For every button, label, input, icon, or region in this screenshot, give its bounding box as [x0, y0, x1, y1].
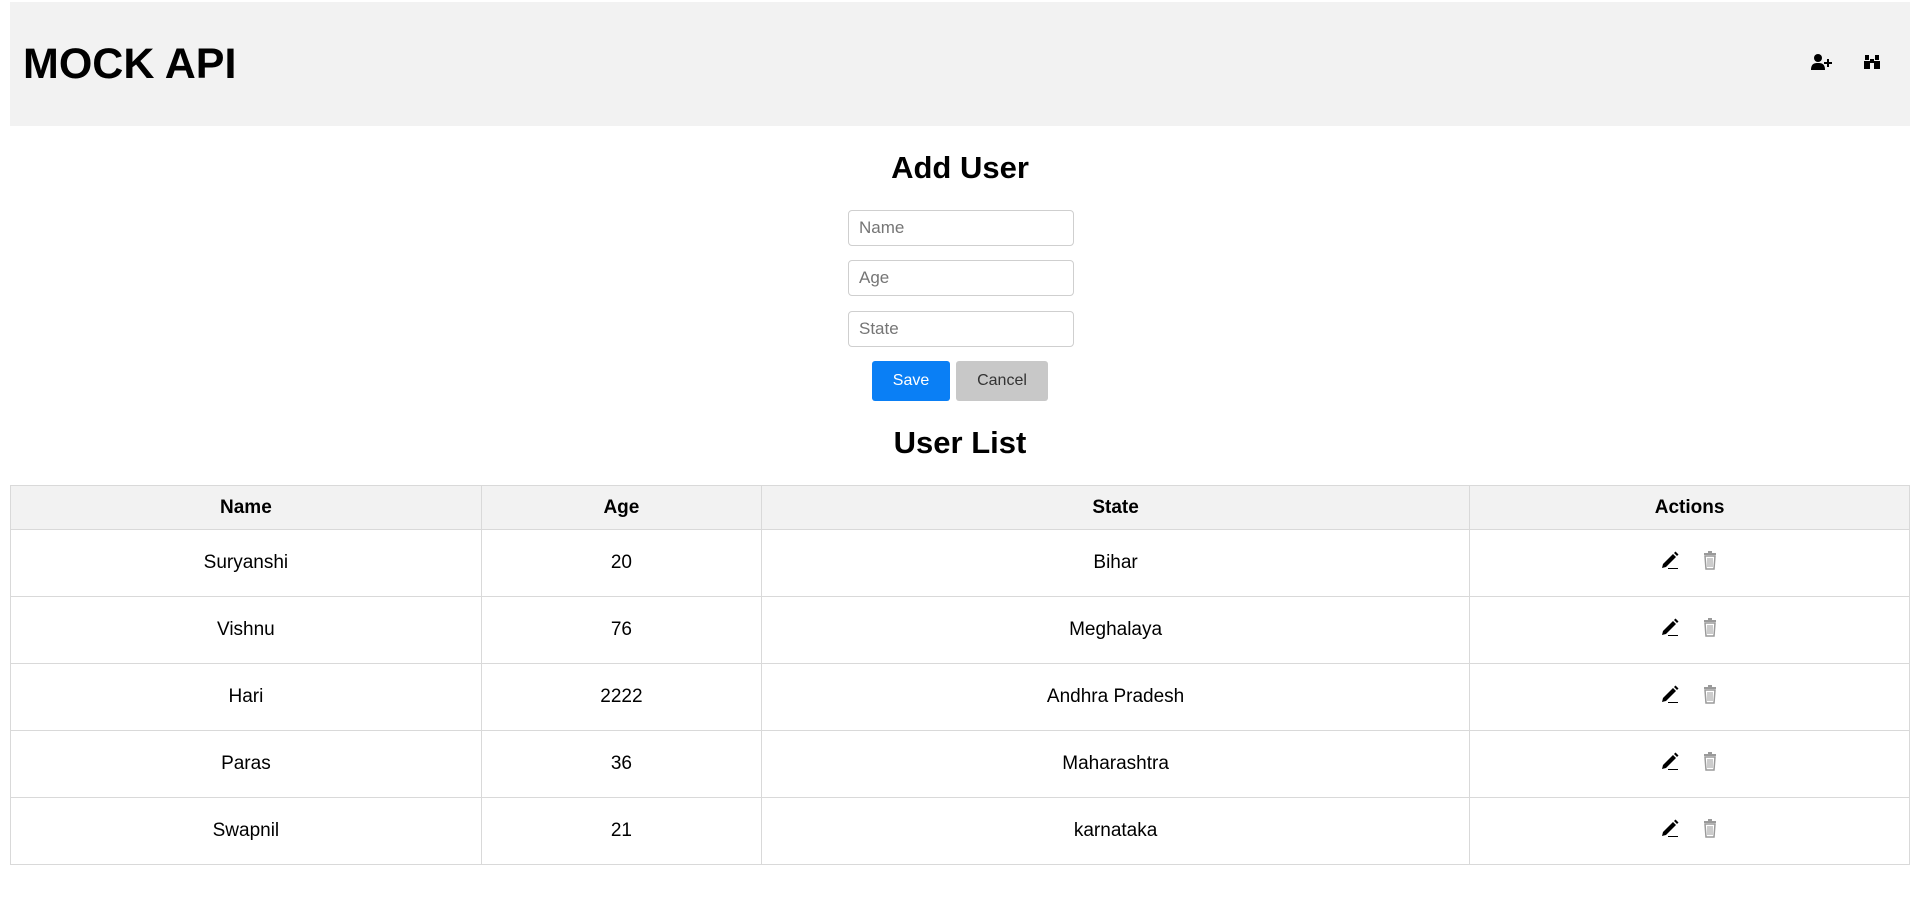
trash-icon[interactable]: [1700, 751, 1720, 771]
cell-age: 36: [480, 730, 763, 798]
table-row: Vishnu 76 Meghalaya: [10, 596, 1910, 664]
name-input[interactable]: [848, 210, 1074, 246]
cell-age: 21: [480, 797, 763, 865]
table-row: Hari 2222 Andhra Pradesh: [10, 663, 1910, 731]
user-list-title: User List: [893, 425, 1027, 460]
pencil-icon[interactable]: [1660, 617, 1680, 637]
cell-name: Suryanshi: [10, 529, 482, 597]
user-table: Name Age State Actions Suryanshi 20 Biha…: [10, 485, 1910, 865]
cell-state: Andhra Pradesh: [761, 663, 1471, 731]
column-header-name: Name: [10, 485, 482, 530]
table-row: Paras 36 Maharashtra: [10, 730, 1910, 798]
cell-name: Swapnil: [10, 797, 482, 865]
add-user-icon[interactable]: [1810, 50, 1834, 74]
cell-name: Vishnu: [10, 596, 482, 664]
pencil-icon[interactable]: [1660, 550, 1680, 570]
state-input[interactable]: [848, 311, 1074, 347]
page: MOCK API Add User Name Age State Save Ca…: [0, 0, 1920, 917]
add-user-title: Add User: [891, 150, 1029, 185]
age-input[interactable]: [848, 260, 1074, 296]
cell-actions: [1469, 596, 1910, 664]
trash-icon[interactable]: [1700, 550, 1720, 570]
cell-actions: [1469, 730, 1910, 798]
column-header-state: State: [761, 485, 1471, 530]
cell-age: 2222: [480, 663, 763, 731]
app-title: MOCK API: [23, 40, 237, 88]
cell-actions: [1469, 529, 1910, 597]
pencil-icon[interactable]: [1660, 751, 1680, 771]
cell-state: Meghalaya: [761, 596, 1471, 664]
pencil-icon[interactable]: [1660, 684, 1680, 704]
cell-state: karnataka: [761, 797, 1471, 865]
trash-icon[interactable]: [1700, 617, 1720, 637]
cell-state: Bihar: [761, 529, 1471, 597]
table-row: Suryanshi 20 Bihar: [10, 529, 1910, 597]
cell-age: 76: [480, 596, 763, 664]
table-row: Swapnil 21 karnataka: [10, 797, 1910, 865]
cancel-button[interactable]: Cancel: [956, 361, 1048, 401]
trash-icon[interactable]: [1700, 684, 1720, 704]
cell-age: 20: [480, 529, 763, 597]
column-header-actions: Actions: [1469, 485, 1910, 530]
cell-name: Hari: [10, 663, 482, 731]
table-header-row: Name Age State Actions: [10, 485, 1910, 530]
binoculars-icon[interactable]: [1860, 50, 1884, 74]
header-icons: [1810, 50, 1884, 74]
cell-actions: [1469, 797, 1910, 865]
cell-name: Paras: [10, 730, 482, 798]
cell-actions: [1469, 663, 1910, 731]
app-header: MOCK API: [10, 2, 1910, 126]
trash-icon[interactable]: [1700, 818, 1720, 838]
pencil-icon[interactable]: [1660, 818, 1680, 838]
cell-state: Maharashtra: [761, 730, 1471, 798]
column-header-age: Age: [480, 485, 763, 530]
save-button[interactable]: Save: [872, 361, 950, 401]
